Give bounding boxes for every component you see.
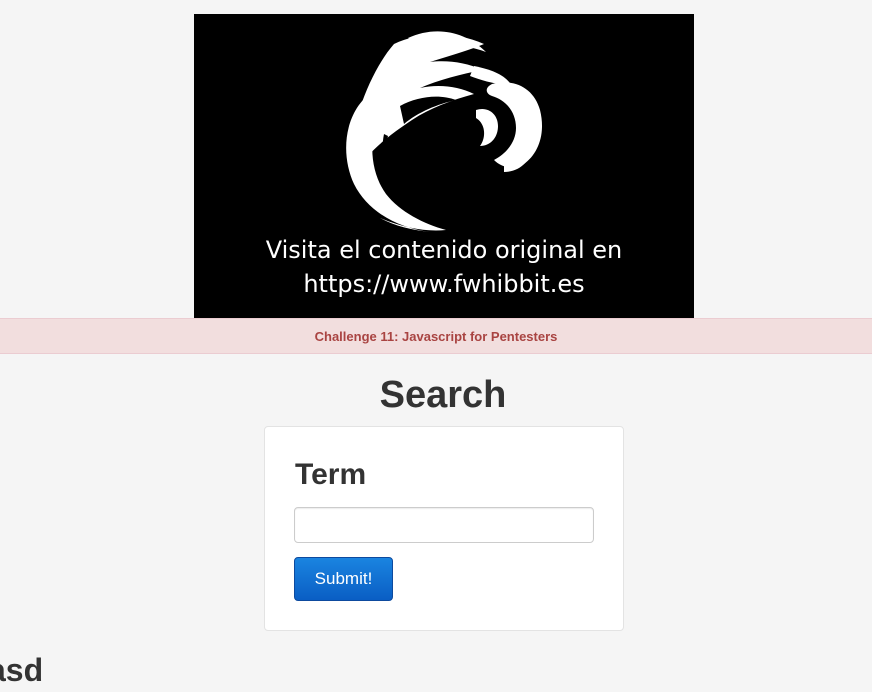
page-title: Search xyxy=(379,374,507,416)
search-form-card: Term Submit! xyxy=(264,426,624,631)
term-input[interactable] xyxy=(294,507,594,543)
fwhibbit-banner-image: Visita el contenido original en https://… xyxy=(194,14,694,318)
challenge-alert-bar: Challenge 11: Javascript for Pentesters xyxy=(0,318,872,354)
banner-line-1: Visita el contenido original en xyxy=(265,236,623,264)
submit-button[interactable]: Submit! xyxy=(294,557,393,601)
banner-line-2: https://www.fwhibbit.es xyxy=(303,270,585,298)
term-label: Term xyxy=(295,458,367,491)
result-heading: asd xyxy=(0,652,44,688)
